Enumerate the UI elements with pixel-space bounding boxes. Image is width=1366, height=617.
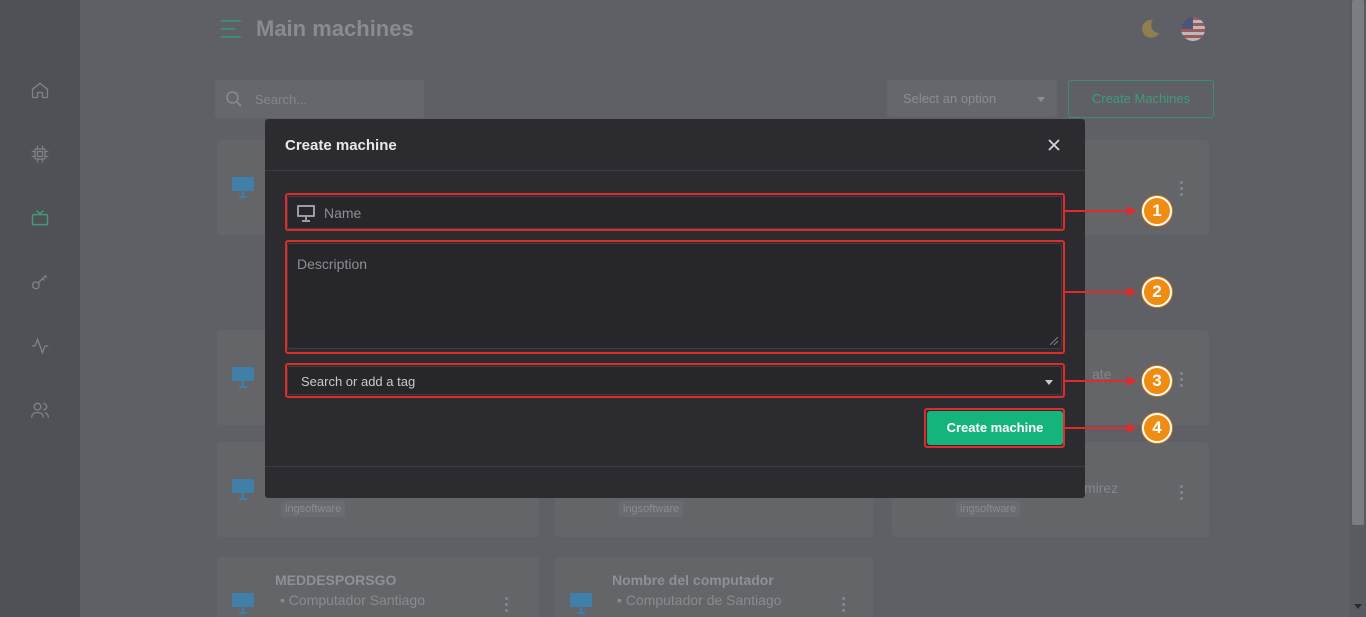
more-options-icon[interactable] (1180, 485, 1184, 501)
monitor-icon (232, 479, 254, 500)
arrow-right-icon (1127, 206, 1137, 216)
callout-badge: 1 (1142, 196, 1172, 226)
users-icon[interactable] (28, 398, 52, 422)
more-options-icon[interactable] (1180, 181, 1184, 197)
more-options-icon[interactable] (1180, 372, 1184, 388)
modal-footer-divider (265, 466, 1085, 467)
card-tag: ingsoftware (956, 501, 1021, 517)
scrollbar-thumb[interactable] (1352, 0, 1364, 525)
card-title: Nombre del computador (612, 572, 774, 588)
more-options-icon[interactable] (505, 597, 509, 613)
callout-badge: 4 (1142, 413, 1172, 443)
activity-icon[interactable] (28, 334, 52, 358)
monitor-icon (232, 367, 254, 388)
page-title: Main machines (256, 16, 414, 41)
callout-line (1065, 380, 1127, 382)
menu-icon[interactable] (220, 18, 242, 40)
callout-badge: 2 (1142, 277, 1172, 307)
key-icon[interactable] (28, 270, 52, 294)
highlight-box-tag (285, 363, 1065, 398)
arrow-right-icon (1127, 376, 1137, 386)
arrow-right-icon (1127, 423, 1137, 433)
highlight-box-description (285, 240, 1065, 354)
machine-card[interactable]: MEDDESPORSGO • Computador Santiago (217, 557, 539, 617)
card-subtitle: • Computador Santiago (280, 592, 425, 608)
moon-icon[interactable] (1139, 18, 1161, 40)
card-subtitle: • Computador de Santiago (617, 592, 782, 608)
callout-badge: 3 (1142, 366, 1172, 396)
filter-select[interactable]: Select an option (887, 80, 1057, 117)
chip-icon[interactable] (28, 142, 52, 166)
create-machines-button[interactable]: Create Machines (1068, 80, 1214, 118)
search-placeholder: Search... (255, 92, 308, 107)
callout-line (1065, 210, 1127, 212)
callout-line (1065, 427, 1127, 429)
scroll-down-arrow-icon[interactable] (1354, 604, 1362, 609)
close-icon[interactable] (1045, 136, 1063, 154)
sidebar (0, 0, 80, 617)
card-text-fragment: mirez (1084, 480, 1119, 496)
highlight-box-create (924, 408, 1065, 448)
scrollbar[interactable] (1350, 0, 1366, 617)
arrow-right-icon (1127, 287, 1137, 297)
highlight-box-name (285, 193, 1065, 231)
card-title: MEDDESPORSGO (275, 572, 397, 588)
monitor-icon (232, 177, 254, 198)
us-flag-icon[interactable] (1181, 17, 1205, 41)
chevron-down-icon (1037, 97, 1045, 102)
callout-line (1065, 291, 1127, 293)
tv-icon[interactable] (28, 206, 52, 230)
search-input[interactable]: Search... (215, 80, 424, 118)
card-tag: ingsoftware (619, 501, 684, 517)
filter-select-value: Select an option (903, 91, 997, 106)
modal-title: Create machine (285, 137, 397, 154)
modal-header: Create machine (265, 119, 1085, 171)
monitor-icon (232, 593, 254, 614)
more-options-icon[interactable] (842, 597, 846, 613)
machine-card[interactable]: Nombre del computador • Computador de Sa… (555, 557, 873, 617)
search-icon (226, 91, 242, 107)
monitor-icon (570, 593, 592, 614)
home-icon[interactable] (28, 78, 52, 102)
card-tag: ingsoftware (281, 501, 346, 517)
